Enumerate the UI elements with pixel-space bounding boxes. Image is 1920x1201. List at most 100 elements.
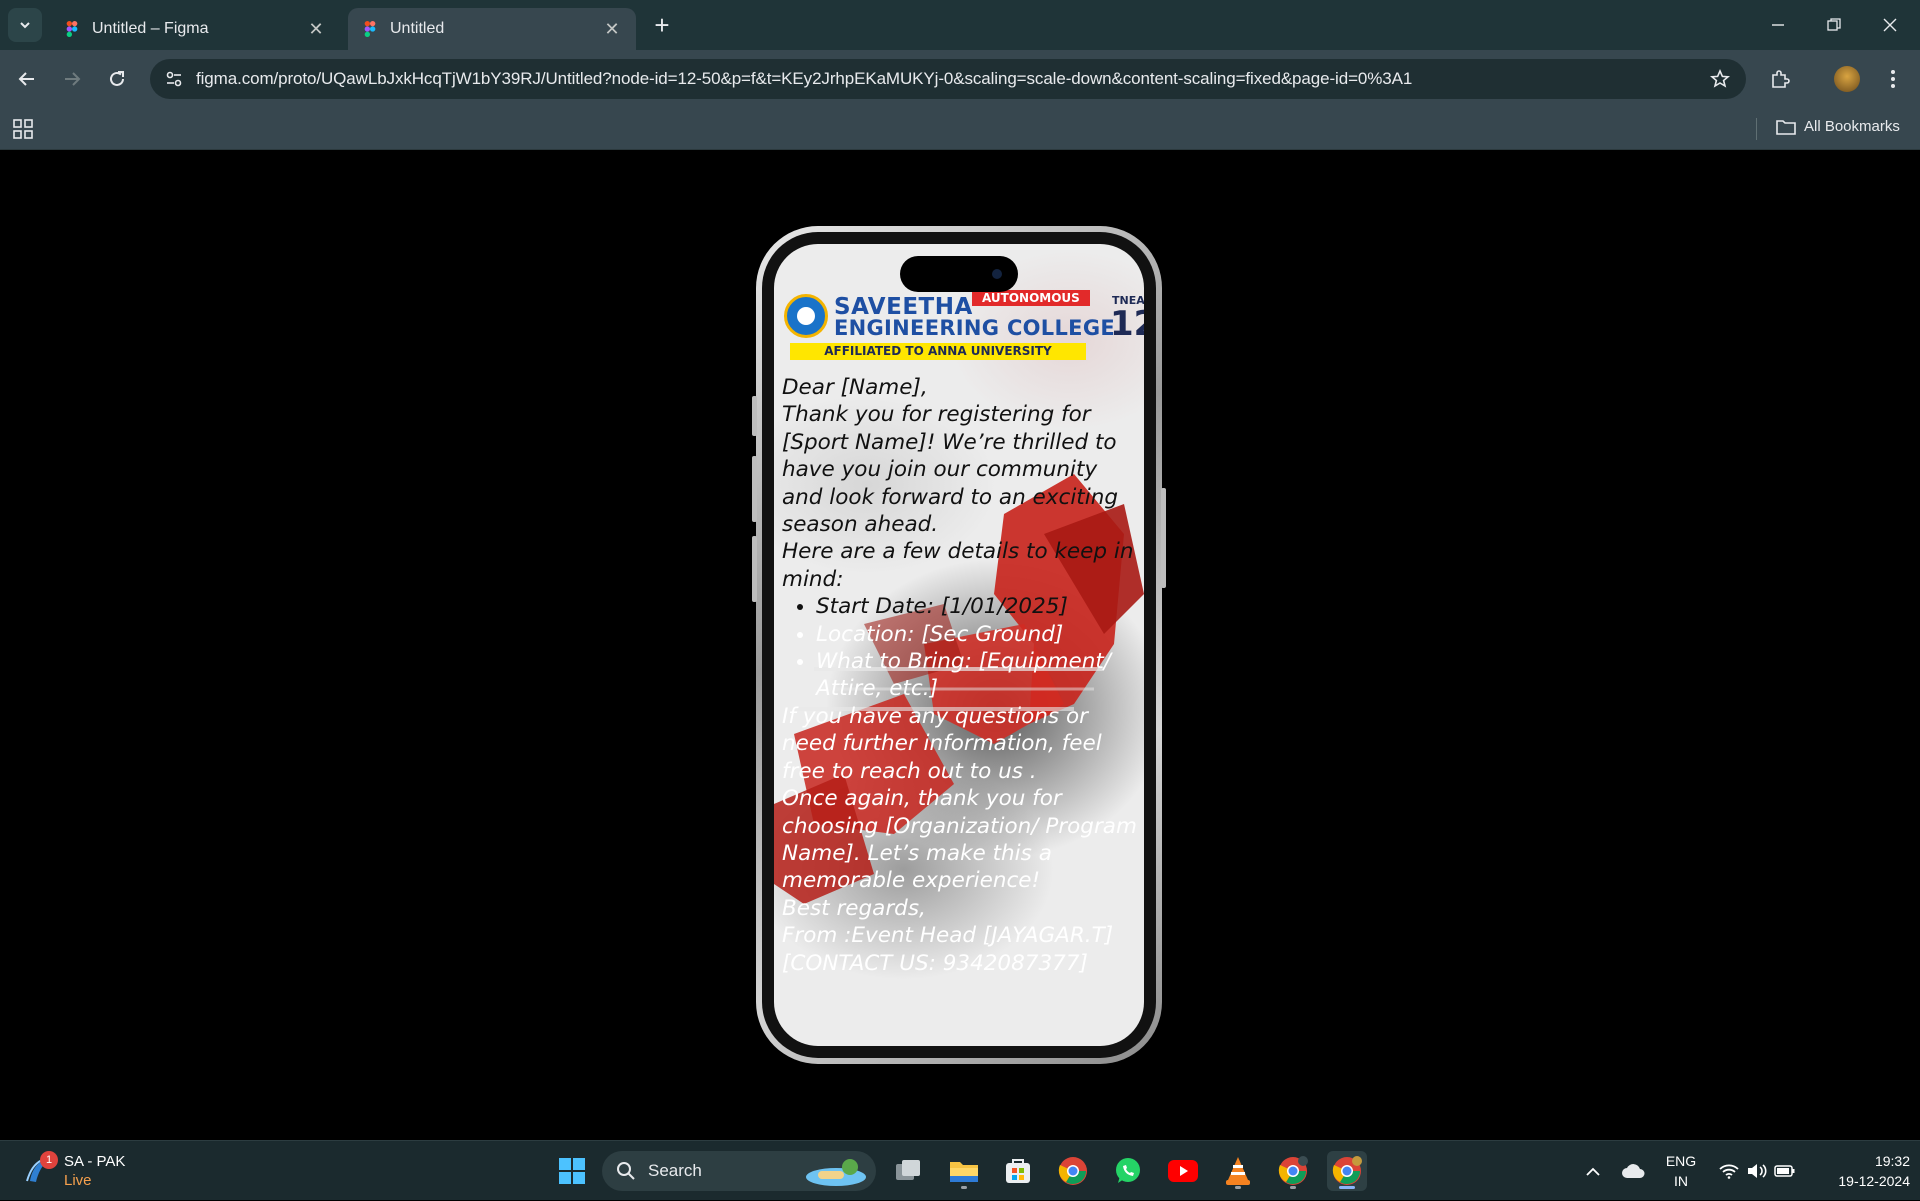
bookmarks-divider xyxy=(1756,118,1757,140)
arrow-right-icon xyxy=(65,72,81,86)
volume-icon xyxy=(1748,1164,1767,1178)
file-explorer-button[interactable] xyxy=(944,1151,984,1191)
active-indicator xyxy=(1339,1186,1355,1189)
college-banner: SAVEETHA ENGINEERING COLLEGE AUTONOMOUS … xyxy=(780,290,1144,366)
clock-time: 19:32 xyxy=(1874,1153,1910,1169)
apps-grid-icon[interactable] xyxy=(12,118,34,140)
restore-icon xyxy=(1827,18,1841,31)
vlc-icon xyxy=(1226,1157,1250,1185)
address-bar[interactable]: figma.com/proto/UQawLbJxkHcqTjW1bY39RJ/U… xyxy=(150,59,1746,99)
college-seal-logo xyxy=(784,294,828,338)
phone-volume-up-button xyxy=(752,456,757,522)
profile-avatar[interactable] xyxy=(1830,62,1864,96)
cloud-icon xyxy=(1622,1164,1645,1178)
wifi-status[interactable] xyxy=(1716,1141,1742,1201)
wifi-icon xyxy=(1719,1164,1739,1179)
browser-toolbar: figma.com/proto/UQawLbJxkHcqTjW1bY39RJ/U… xyxy=(0,50,1920,108)
youtube-button[interactable] xyxy=(1163,1151,1203,1191)
notification-badge: 1 xyxy=(40,1151,58,1169)
phone-frame: SAVEETHA ENGINEERING COLLEGE AUTONOMOUS … xyxy=(752,226,1166,1064)
language-code: ENG xyxy=(1665,1153,1697,1169)
welcome-letter: Dear [Name], Thank you for registering f… xyxy=(782,374,1138,977)
taskbar-search[interactable]: Search xyxy=(602,1151,876,1191)
back-button[interactable] xyxy=(10,62,44,96)
running-indicator xyxy=(1290,1186,1296,1189)
vlc-button[interactable] xyxy=(1218,1151,1258,1191)
whatsapp-button[interactable] xyxy=(1108,1151,1148,1191)
arrow-left-icon xyxy=(18,72,34,86)
folder-icon xyxy=(1776,119,1796,135)
browser-menu-button[interactable] xyxy=(1876,62,1910,96)
windows-taskbar: 1 SA - PAK Live Search ENG IN 19:32 19-1… xyxy=(0,1140,1920,1200)
forward-button[interactable] xyxy=(55,62,89,96)
microsoft-store-button[interactable] xyxy=(998,1151,1038,1191)
start-button[interactable] xyxy=(552,1151,592,1191)
close-icon[interactable]: ✕ xyxy=(602,19,622,39)
chevron-down-icon xyxy=(20,22,30,29)
reload-button[interactable] xyxy=(100,62,134,96)
chrome-icon xyxy=(1278,1156,1308,1185)
phone-action-button xyxy=(752,396,757,436)
letter-contact: [CONTACT US: 9342087377] xyxy=(782,950,1088,976)
close-icon[interactable]: ✕ xyxy=(306,19,326,39)
camera-icon xyxy=(992,269,1002,279)
language-indicator[interactable]: ENG IN xyxy=(1656,1151,1706,1191)
letter-questions: If you have any questions or need furthe… xyxy=(782,703,1102,784)
tnea-code: 12 xyxy=(1110,304,1144,344)
close-icon xyxy=(1883,18,1897,32)
dynamic-island xyxy=(900,256,1018,292)
college-name-line2: ENGINEERING COLLEGE xyxy=(834,316,1115,340)
more-vert-icon xyxy=(1891,70,1895,88)
letter-details-list: Start Date: [1/01/2025] Location: [Sec G… xyxy=(782,593,1138,703)
phone-bezel: SAVEETHA ENGINEERING COLLEGE AUTONOMOUS … xyxy=(762,232,1156,1058)
affiliation-strip: AFFILIATED TO ANNA UNIVERSITY xyxy=(790,343,1086,360)
chrome-profile-button[interactable] xyxy=(1273,1151,1313,1191)
url-text[interactable]: figma.com/proto/UQawLbJxkHcqTjW1bY39RJ/U… xyxy=(196,69,1412,89)
detail-what-to-bring: What to Bring: [Equipment/ Attire, etc.] xyxy=(816,648,1138,703)
prototype-screen[interactable]: SAVEETHA ENGINEERING COLLEGE AUTONOMOUS … xyxy=(774,244,1144,1046)
tab-prototype[interactable]: Untitled ✕ xyxy=(348,8,636,50)
close-window-button[interactable] xyxy=(1862,0,1918,50)
chrome-button[interactable] xyxy=(1053,1151,1093,1191)
chrome-active-button[interactable] xyxy=(1327,1151,1367,1191)
chrome-icon xyxy=(1332,1156,1362,1185)
letter-regards: Best regards, xyxy=(782,895,926,921)
search-highlight-icon xyxy=(806,1159,866,1186)
task-view-icon xyxy=(896,1160,920,1180)
whatsapp-icon xyxy=(1116,1158,1140,1183)
autonomous-badge: AUTONOMOUS xyxy=(972,290,1090,306)
extensions-button[interactable] xyxy=(1763,62,1797,96)
show-hidden-icons-button[interactable] xyxy=(1580,1141,1606,1201)
bookmarks-bar: All Bookmarks xyxy=(0,108,1920,150)
tab-figma-editor[interactable]: Untitled – Figma ✕ xyxy=(50,8,340,50)
all-bookmarks-button[interactable]: All Bookmarks xyxy=(1776,118,1900,135)
weather-widget[interactable]: 1 SA - PAK Live xyxy=(24,1151,174,1191)
clock[interactable]: 19:32 19-12-2024 xyxy=(1806,1151,1910,1191)
figma-icon xyxy=(64,21,80,37)
avatar-icon xyxy=(1834,66,1860,92)
reload-icon xyxy=(110,71,124,86)
task-view-button[interactable] xyxy=(888,1151,928,1191)
volume-status[interactable] xyxy=(1744,1141,1770,1201)
new-tab-button[interactable]: + xyxy=(648,12,676,40)
region-code: IN xyxy=(1674,1173,1688,1189)
restore-button[interactable] xyxy=(1806,0,1862,50)
figma-icon xyxy=(362,21,378,37)
onedrive-button[interactable] xyxy=(1618,1141,1648,1201)
running-indicator xyxy=(961,1186,967,1189)
running-indicator xyxy=(1235,1186,1241,1189)
youtube-icon xyxy=(1168,1160,1198,1182)
minimize-icon xyxy=(1772,24,1784,26)
store-icon xyxy=(1006,1159,1030,1183)
clock-date: 19-12-2024 xyxy=(1838,1173,1910,1189)
widget-title: SA - PAK xyxy=(64,1153,126,1170)
chrome-icon xyxy=(1058,1157,1087,1185)
letter-details-heading: Here are a few details to keep in mind: xyxy=(782,539,1134,592)
battery-status[interactable] xyxy=(1772,1141,1798,1201)
phone-volume-down-button xyxy=(752,536,757,602)
phone-power-button xyxy=(1161,488,1166,588)
minimize-button[interactable] xyxy=(1750,0,1806,50)
tab-search-button[interactable] xyxy=(8,8,42,42)
site-settings-icon[interactable] xyxy=(162,67,186,91)
bookmark-star-icon[interactable] xyxy=(1708,67,1732,91)
